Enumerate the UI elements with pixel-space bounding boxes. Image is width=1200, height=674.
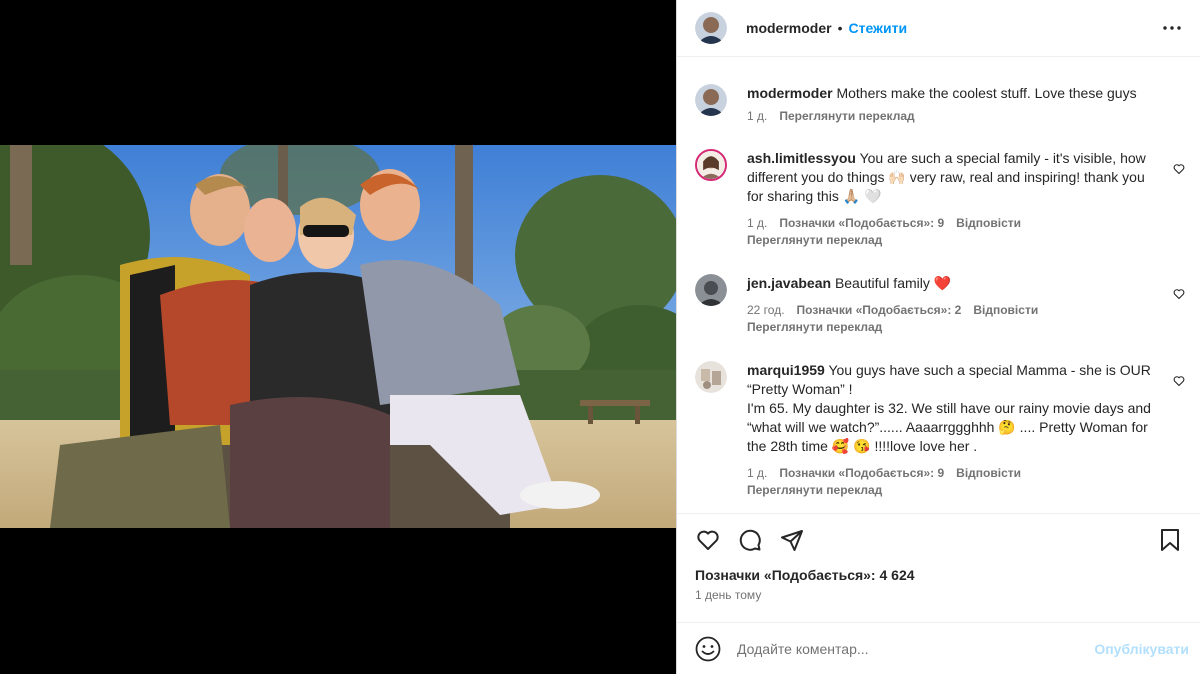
post-media [0, 0, 676, 674]
post-side-panel: modermoder • Стежити modermoder Mothers … [676, 0, 1200, 674]
post-timestamp[interactable]: 1 день тому [677, 587, 1200, 603]
reply-button[interactable]: Відповісти [956, 465, 1021, 481]
comment-translate[interactable]: Переглянути переклад [747, 319, 1159, 336]
comment-item: marqui1959 You guys have such a special … [695, 361, 1185, 499]
author-avatar[interactable] [695, 12, 727, 44]
comment-item: jen.javabean Beautiful family ❤️ 22 год.… [695, 274, 1185, 336]
comment-text: Beautiful family ❤️ [834, 275, 952, 291]
author-username[interactable]: modermoder [746, 20, 832, 36]
comment-username[interactable]: ash.limitlessyou [747, 150, 856, 166]
caption-text: Mothers make the coolest stuff. Love the… [836, 85, 1137, 101]
comment-like-heart-icon[interactable] [1173, 163, 1185, 175]
post-actions: Позначки «Подобається»: 4 624 1 день том… [677, 513, 1200, 603]
action-icons [677, 514, 1200, 566]
caption-time[interactable]: 1 д. [747, 108, 767, 124]
post-header: modermoder • Стежити [677, 0, 1200, 57]
share-icon[interactable] [779, 527, 805, 553]
comment-meta: 1 д. Позначки «Подобається»: 9 Відповіст… [747, 465, 1159, 481]
caption-username[interactable]: modermoder [747, 85, 833, 101]
separator-dot: • [837, 20, 843, 36]
comment-time[interactable]: 22 год. [747, 302, 785, 318]
comment-like-heart-icon[interactable] [1173, 375, 1185, 387]
comment-body: marqui1959 You guys have such a special … [747, 361, 1159, 499]
caption-meta: 1 д. Переглянути переклад [747, 108, 1159, 124]
comment-username[interactable]: jen.javabean [747, 275, 831, 291]
caption-translate[interactable]: Переглянути переклад [779, 108, 914, 124]
comment-input[interactable] [737, 640, 1095, 657]
comment-body: ash.limitlessyou You are such a special … [747, 149, 1159, 249]
comment-time[interactable]: 1 д. [747, 465, 767, 481]
publish-button[interactable]: Опублікувати [1094, 641, 1189, 657]
comments-list: modermoder Mothers make the coolest stuf… [677, 58, 1200, 512]
comment-translate[interactable]: Переглянути переклад [747, 482, 1159, 499]
reply-button[interactable]: Відповісти [956, 215, 1021, 231]
comment-body: jen.javabean Beautiful family ❤️ 22 год.… [747, 274, 1159, 336]
comment-likes[interactable]: Позначки «Подобається»: 9 [779, 215, 944, 231]
bookmark-icon[interactable] [1157, 527, 1183, 553]
caption-body: modermoder Mothers make the coolest stuf… [747, 84, 1159, 124]
more-options-icon[interactable] [1160, 16, 1184, 40]
comment-translate[interactable]: Переглянути переклад [747, 232, 1159, 249]
likes-count[interactable]: Позначки «Подобається»: 4 624 [677, 566, 1200, 584]
caption: modermoder Mothers make the coolest stuf… [695, 84, 1185, 124]
comment-likes[interactable]: Позначки «Подобається»: 2 [797, 302, 962, 318]
commenter-avatar[interactable] [695, 149, 727, 181]
comment-text-continued: I'm 65. My daughter is 32. We still have… [747, 400, 1151, 454]
follow-button[interactable]: Стежити [848, 20, 907, 36]
reply-button[interactable]: Відповісти [973, 302, 1038, 318]
commenter-avatar[interactable] [695, 274, 727, 306]
comment-item: ash.limitlessyou You are such a special … [695, 149, 1185, 249]
comment-composer: Опублікувати [677, 622, 1200, 674]
comment-meta: 22 год. Позначки «Подобається»: 2 Відпов… [747, 302, 1159, 318]
comment-time[interactable]: 1 д. [747, 215, 767, 231]
comment-username[interactable]: marqui1959 [747, 362, 825, 378]
post-dialog: modermoder • Стежити modermoder Mothers … [0, 0, 1200, 674]
commenter-avatar[interactable] [695, 361, 727, 393]
post-photo[interactable] [0, 145, 676, 528]
caption-author-avatar[interactable] [695, 84, 727, 116]
comment-like-heart-icon[interactable] [1173, 288, 1185, 300]
emoji-icon[interactable] [695, 636, 721, 662]
comment-icon[interactable] [737, 527, 763, 553]
heart-icon[interactable] [695, 527, 721, 553]
comment-meta: 1 д. Позначки «Подобається»: 9 Відповіст… [747, 215, 1159, 231]
comment-likes[interactable]: Позначки «Подобається»: 9 [779, 465, 944, 481]
